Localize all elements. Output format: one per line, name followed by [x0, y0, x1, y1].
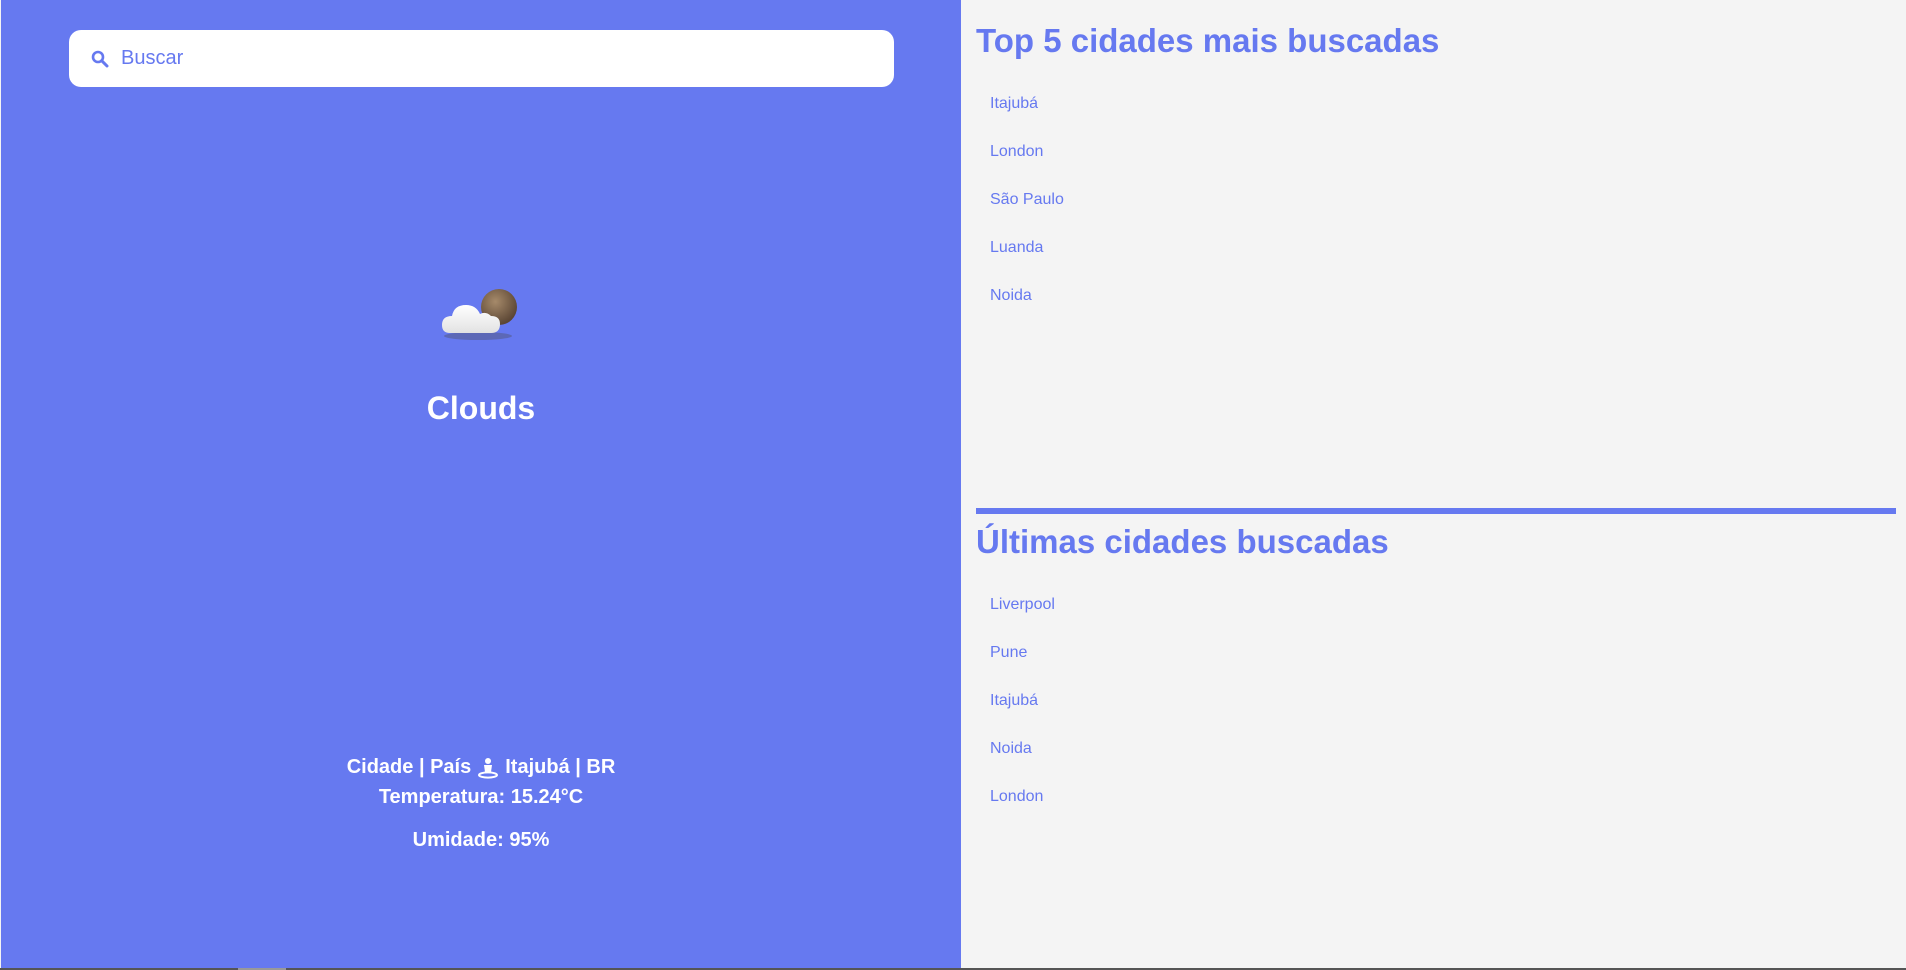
- top5-item[interactable]: São Paulo: [990, 185, 1064, 233]
- top5-item[interactable]: Itajubá: [990, 89, 1064, 137]
- top5-item[interactable]: Luanda: [990, 233, 1064, 281]
- recent-title: Últimas cidades buscadas: [976, 523, 1389, 560]
- search-input[interactable]: [119, 46, 823, 71]
- weather-panel: Clouds Cidade | País Itajubá | BR Temper…: [1, 0, 961, 968]
- top5-list: Itajubá London São Paulo Luanda Noida: [990, 89, 1064, 329]
- recent-item[interactable]: Pune: [990, 638, 1055, 686]
- location-value: Itajubá | BR: [505, 756, 616, 778]
- recent-item[interactable]: London: [990, 782, 1055, 830]
- recent-list: Liverpool Pune Itajubá Noida London: [990, 590, 1055, 830]
- person-pin-icon: [478, 757, 499, 779]
- top5-title: Top 5 cidades mais buscadas: [976, 22, 1440, 59]
- cloud-sun-icon: [442, 289, 517, 340]
- temperature: Temperatura: 15.24°C: [378, 786, 584, 808]
- top5-item[interactable]: London: [990, 137, 1064, 185]
- cities-panel: Top 5 cidades mais buscadas Itajubá Lond…: [961, 0, 1906, 968]
- location-row: Cidade | País Itajubá | BR: [1, 756, 961, 779]
- location-label: Cidade | País: [346, 756, 472, 778]
- recent-item[interactable]: Liverpool: [990, 590, 1055, 638]
- weather-condition: Clouds: [426, 390, 536, 426]
- top5-item[interactable]: Noida: [990, 281, 1064, 329]
- section-divider: [976, 508, 1896, 514]
- recent-item[interactable]: Itajubá: [990, 686, 1055, 734]
- search-icon: [91, 50, 109, 67]
- search-bar[interactable]: [69, 30, 894, 87]
- recent-item[interactable]: Noida: [990, 734, 1055, 782]
- humidity: Umidade: 95%: [412, 829, 550, 851]
